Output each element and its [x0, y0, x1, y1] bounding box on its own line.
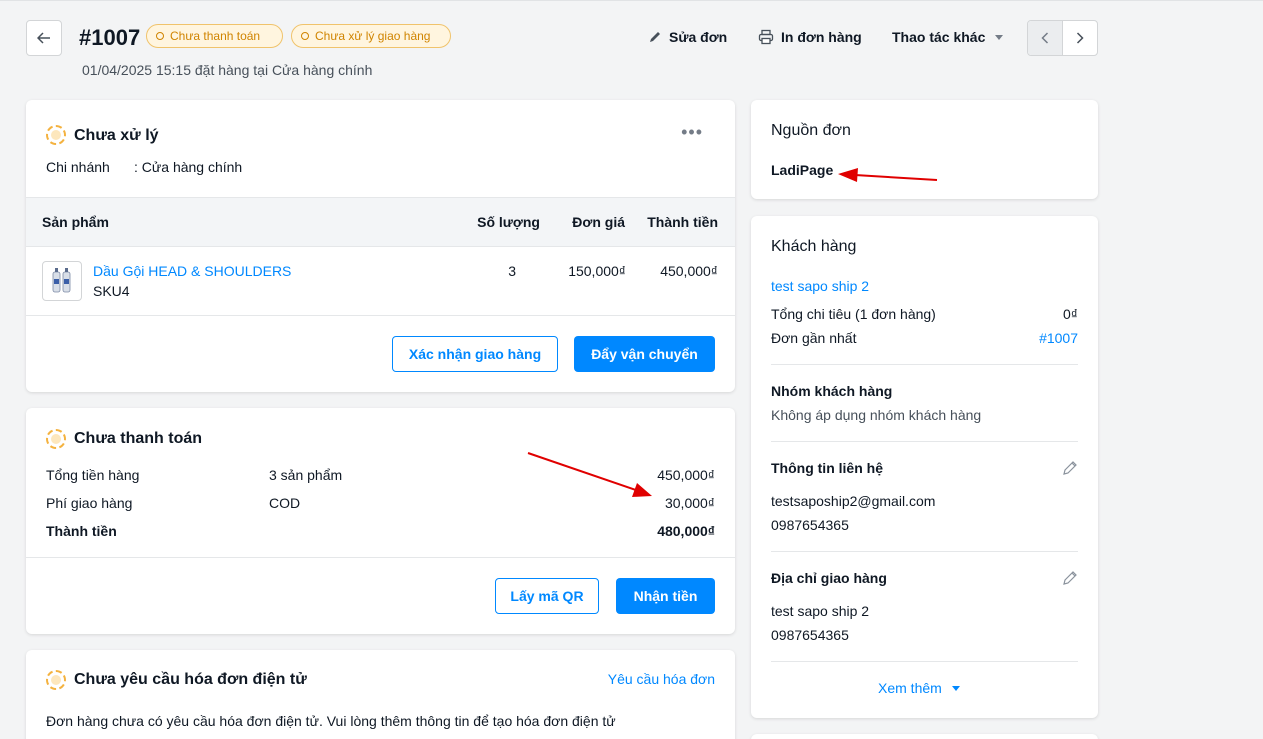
printer-icon: [758, 29, 774, 45]
subtotal-value: 450,000₫: [657, 467, 715, 483]
product-quantity: 3: [508, 263, 516, 279]
product-unit-price: 150,000₫: [568, 263, 626, 279]
back-button[interactable]: [26, 20, 62, 56]
next-order-button[interactable]: [1063, 21, 1097, 55]
confirm-delivery-button[interactable]: Xác nhận giao hàng: [392, 336, 558, 372]
product-table-header: Sản phẩm Số lượng Đơn giá Thành tiền: [26, 197, 735, 247]
pending-status-icon: [46, 125, 66, 145]
pencil-icon: [650, 32, 660, 42]
customer-card: Khách hàng test sapo ship 2 Tổng chi tiê…: [751, 216, 1098, 718]
grand-total-value: 480,000₫: [657, 523, 715, 539]
top-divider: [0, 0, 1263, 1]
print-order-label: In đơn hàng: [781, 29, 862, 45]
caret-down-icon: [951, 685, 960, 691]
edit-contact-icon[interactable]: [1062, 460, 1078, 476]
address-phone: 0987654365: [771, 627, 849, 643]
total-spend-value: 0₫: [1063, 306, 1078, 322]
payment-status-badge: Chưa thanh toán: [146, 24, 283, 48]
contact-email: testsapoship2@gmail.com: [771, 493, 936, 509]
arrow-left-icon: [37, 32, 50, 44]
divider: [26, 315, 735, 316]
branch-value: : Cửa hàng chính: [134, 159, 243, 175]
shipping-fee-value: 30,000₫: [664, 495, 715, 511]
grand-total-label: Thành tiền: [46, 523, 117, 539]
product-line-total: 450,000₫: [660, 263, 718, 279]
order-source-value: LadiPage: [771, 162, 834, 178]
subtotal-label: Tổng tiền hàng: [46, 467, 140, 483]
divider: [771, 661, 1078, 662]
recent-order-link[interactable]: #1007: [1039, 330, 1078, 346]
get-qr-code-button[interactable]: Lấy mã QR: [495, 578, 599, 614]
einvoice-note: Đơn hàng chưa có yêu cầu hóa đơn điện tử…: [46, 713, 616, 729]
customer-group-title: Nhóm khách hàng: [771, 383, 893, 399]
einvoice-title: Chưa yêu cầu hóa đơn điện tử: [74, 671, 307, 688]
einvoice-card: Chưa yêu cầu hóa đơn điện tử Yêu cầu hóa…: [26, 650, 735, 739]
divider: [26, 557, 735, 558]
payment-status-label: Chưa thanh toán: [170, 29, 261, 43]
column-header-quantity: Số lượng: [477, 214, 540, 230]
total-spend-label: Tổng chi tiêu (1 đơn hàng): [771, 306, 936, 322]
edit-address-icon[interactable]: [1062, 570, 1078, 586]
product-thumbnail[interactable]: [42, 261, 82, 301]
customer-group-value: Không áp dụng nhóm khách hàng: [771, 407, 982, 423]
pending-status-icon: [46, 429, 66, 449]
fulfillment-status-label: Chưa xử lý giao hàng: [315, 29, 431, 43]
address-name: test sapo ship 2: [771, 603, 870, 619]
contact-phone: 0987654365: [771, 517, 849, 533]
push-shipping-button[interactable]: Đẩy vận chuyển: [574, 336, 715, 372]
receive-payment-button[interactable]: Nhận tiền: [616, 578, 715, 614]
edit-order-label: Sửa đơn: [669, 29, 728, 45]
order-source-title: Nguồn đơn: [771, 122, 851, 139]
payment-title: Chưa thanh toán: [74, 430, 203, 447]
shampoo-bottle-icon: [52, 268, 71, 293]
divider: [771, 364, 1078, 365]
contact-info-title: Thông tin liên hệ: [771, 460, 883, 476]
customer-title: Khách hàng: [771, 238, 857, 255]
product-sku: SKU4: [93, 283, 130, 299]
fulfillment-title: Chưa xử lý: [74, 127, 159, 144]
print-order-button[interactable]: In đơn hàng: [758, 29, 862, 45]
more-options-icon[interactable]: •••: [681, 122, 703, 143]
product-name-link[interactable]: Dầu Gội HEAD & SHOULDERS: [93, 263, 291, 279]
fulfillment-status-badge: Chưa xử lý giao hàng: [291, 24, 451, 48]
status-dot-icon: [301, 32, 309, 40]
more-actions-label: Thao tác khác: [892, 29, 986, 45]
caret-down-icon: [995, 34, 1004, 40]
see-more-label: Xem thêm: [878, 680, 942, 696]
column-header-unit-price: Đơn giá: [572, 214, 625, 230]
request-invoice-link[interactable]: Yêu cầu hóa đơn: [608, 671, 715, 687]
order-pager: [1027, 20, 1098, 56]
recent-order-label: Đơn gần nhất: [771, 330, 857, 346]
previous-order-button[interactable]: [1028, 21, 1063, 55]
shipping-fee-label: Phí giao hàng: [46, 495, 133, 511]
customer-name-link[interactable]: test sapo ship 2: [771, 278, 869, 294]
divider: [771, 441, 1078, 442]
payment-card: Chưa thanh toán Tổng tiền hàng 3 sản phẩ…: [26, 408, 735, 634]
column-header-product: Sản phẩm: [42, 214, 109, 230]
next-card-partial: [751, 734, 1098, 739]
chevron-left-icon: [1041, 32, 1049, 44]
chevron-right-icon: [1076, 32, 1084, 44]
status-dot-icon: [156, 32, 164, 40]
order-source-card: Nguồn đơn LadiPage: [751, 100, 1098, 199]
order-subtitle: 01/04/2025 15:15 đặt hàng tại Cửa hàng c…: [82, 62, 373, 78]
pending-status-icon: [46, 670, 66, 690]
order-number: #1007: [79, 25, 141, 50]
divider: [771, 551, 1078, 552]
edit-order-button[interactable]: Sửa đơn: [648, 29, 727, 45]
more-actions-dropdown[interactable]: Thao tác khác: [892, 29, 1004, 45]
see-more-button[interactable]: Xem thêm: [878, 680, 960, 696]
shipping-fee-method: COD: [269, 495, 301, 511]
subtotal-items: 3 sản phẩm: [269, 467, 343, 483]
shipping-address-title: Địa chỉ giao hàng: [771, 570, 887, 586]
column-header-line-total: Thành tiền: [647, 214, 718, 230]
fulfillment-card: Chưa xử lý ••• Chi nhánh : Cửa hàng chín…: [26, 100, 735, 392]
branch-label: Chi nhánh: [46, 159, 110, 175]
